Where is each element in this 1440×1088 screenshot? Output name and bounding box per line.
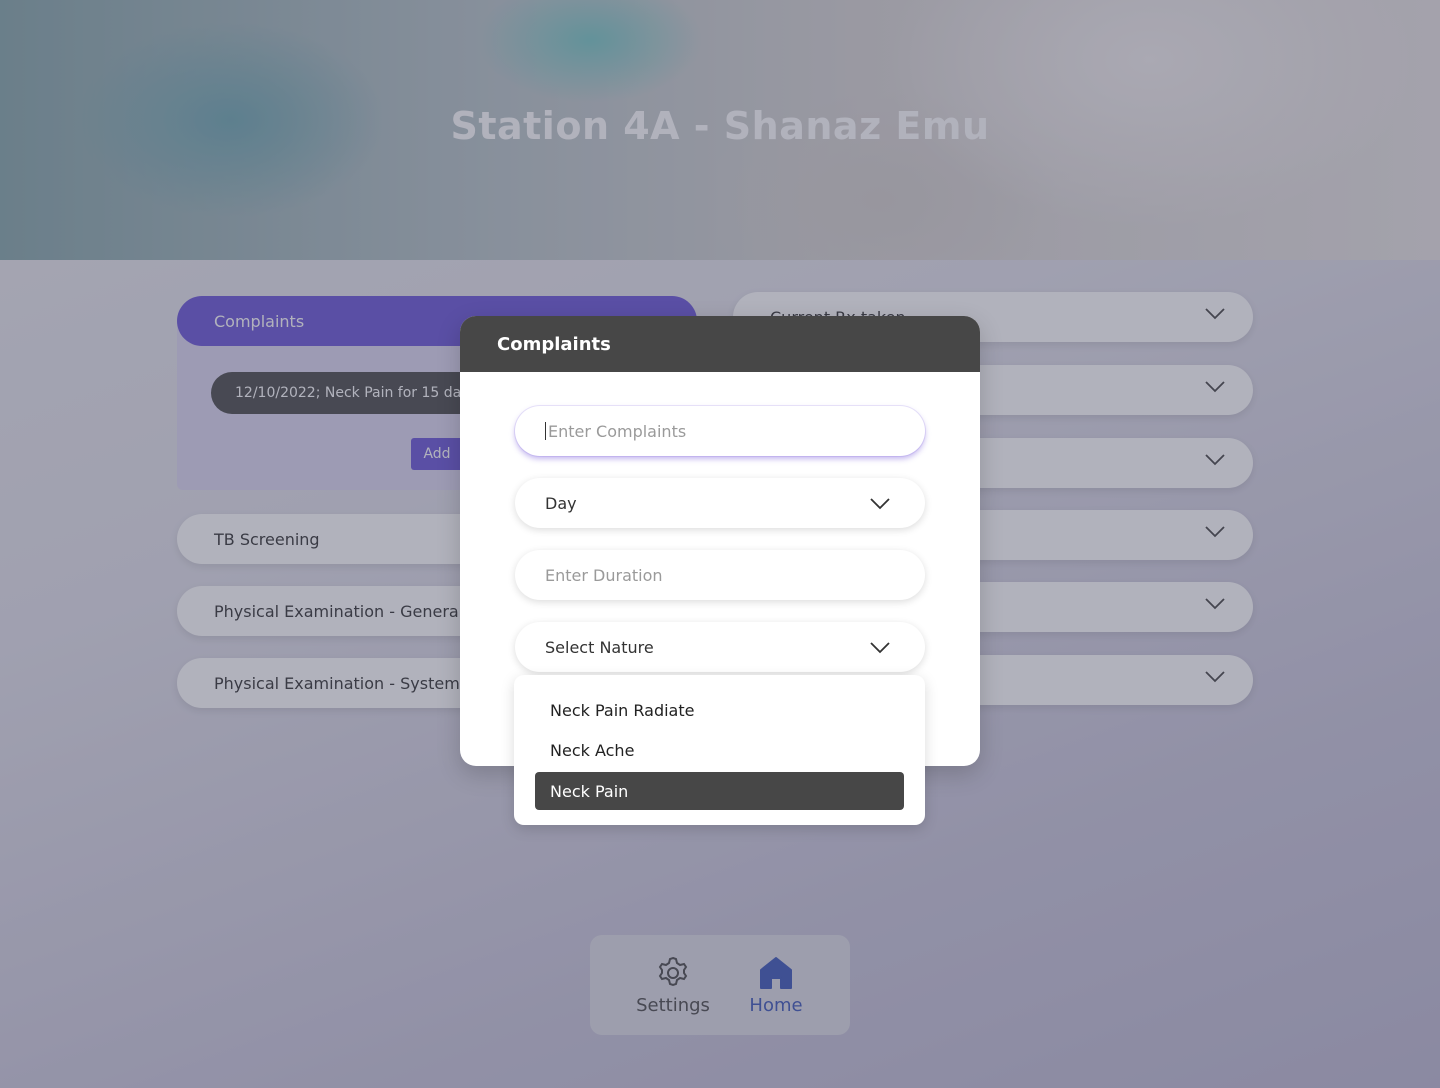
nature-option-label: Neck Pain Radiate <box>550 700 695 720</box>
nature-option-label: Neck Ache <box>550 740 635 760</box>
duration-unit-select[interactable]: Day <box>515 478 925 528</box>
duration-input[interactable] <box>545 565 885 585</box>
nature-option-selected[interactable]: Neck Pain <box>535 772 904 810</box>
modal-header: Complaints <box>460 316 980 372</box>
nature-dropdown-list: Neck Pain Radiate Neck Ache Neck Pain <box>514 675 925 825</box>
complaint-input[interactable] <box>548 421 888 441</box>
duration-input-wrapper <box>515 550 925 600</box>
nature-select[interactable]: Select Nature <box>515 622 925 672</box>
nature-option[interactable]: Neck Ache <box>535 731 904 769</box>
nature-select-value: Select Nature <box>545 637 654 657</box>
text-caret <box>545 422 546 440</box>
modal-title: Complaints <box>497 333 611 355</box>
nature-option[interactable]: Neck Pain Radiate <box>535 691 904 729</box>
complaint-input-wrapper <box>515 406 925 456</box>
nature-option-label: Neck Pain <box>550 781 629 801</box>
chevron-down-icon <box>870 642 890 654</box>
chevron-down-icon <box>870 498 890 510</box>
duration-unit-value: Day <box>545 493 577 513</box>
